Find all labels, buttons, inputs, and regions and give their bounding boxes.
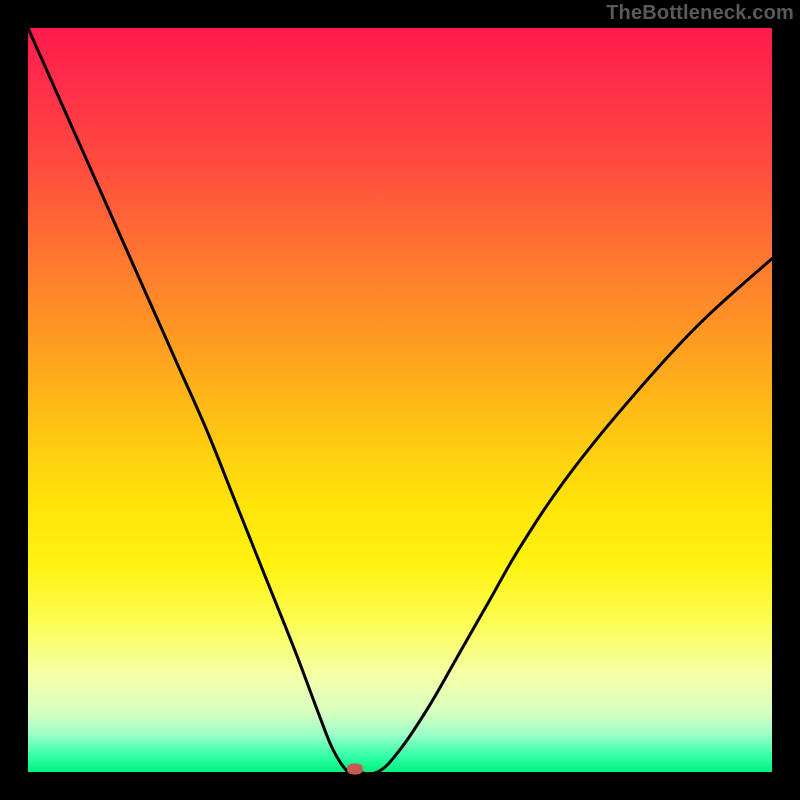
chart-frame: TheBottleneck.com — [0, 0, 800, 800]
bottleneck-curve — [28, 28, 772, 772]
watermark-text: TheBottleneck.com — [606, 2, 794, 25]
plot-area — [28, 28, 772, 772]
optimum-marker — [347, 764, 363, 775]
